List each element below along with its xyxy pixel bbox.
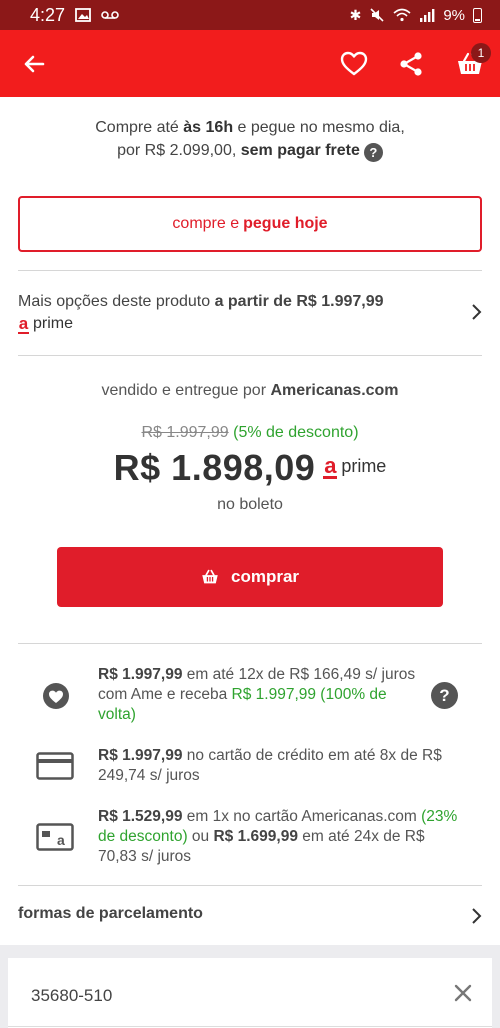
card-price: R$ 1.997,99 <box>98 747 183 764</box>
cart-count-badge: 1 <box>471 43 491 63</box>
svg-text:a: a <box>57 832 65 848</box>
pickup-text: e pegue no mesmo dia, <box>233 119 405 136</box>
buy-button-label: comprar <box>230 567 300 586</box>
payment-option-credit-card: R$ 1.997,99 no cartão de crédito em até … <box>18 746 482 788</box>
payment-method-label: no boleto <box>217 496 283 513</box>
share-button[interactable] <box>387 30 435 97</box>
divider <box>18 885 482 886</box>
input-underline <box>8 1026 492 1027</box>
prime-logo-icon: a <box>18 314 29 334</box>
no-shipping-text: sem pagar frete <box>240 142 360 159</box>
image-icon <box>75 8 91 22</box>
old-price-row: R$ 1.997,99 (5% de desconto) <box>0 424 500 442</box>
app-bar: 1 <box>0 30 500 97</box>
pickup-price-text: por R$ 2.099,00, <box>117 142 241 159</box>
basket-icon <box>202 569 218 584</box>
divider <box>18 355 482 356</box>
heart-icon <box>340 51 368 75</box>
wifi-icon <box>393 8 411 22</box>
prime-logo-icon: a <box>323 452 338 479</box>
signal-icon <box>420 9 435 22</box>
old-price: R$ 1.997,99 <box>141 424 229 441</box>
americanas-card-icon: a <box>36 823 74 851</box>
cep-card: 35680-510 <box>8 958 492 1028</box>
status-bar: 4:27 ✱ 9% <box>0 0 500 30</box>
divider <box>18 270 482 271</box>
seller-name: Americanas.com <box>270 382 399 399</box>
cart-button[interactable]: 1 <box>446 30 494 97</box>
help-icon[interactable]: ? <box>363 143 383 162</box>
seller-info: vendido e entregue por Americanas.com <box>0 382 500 400</box>
more-options-row[interactable]: Mais opções deste produto a partir de R$… <box>18 291 482 337</box>
discount-percent: (5% de desconto) <box>233 424 359 441</box>
ame-price: R$ 1.997,99 <box>98 666 183 683</box>
back-button[interactable] <box>10 30 58 97</box>
pickup-info: Compre até às 16h e pegue no mesmo dia, … <box>0 116 500 162</box>
ame-heart-icon <box>43 683 69 709</box>
chevron-right-icon <box>472 908 482 924</box>
pickup-text: Compre até <box>95 119 184 136</box>
seller-prefix: vendido e entregue por <box>101 382 271 399</box>
pickup-button-label-bold: pegue hoje <box>243 215 328 232</box>
pickup-time: às 16h <box>183 119 234 136</box>
prime-label: prime <box>341 455 387 476</box>
payment-option-americanas-card: a R$ 1.529,99 em 1x no cartão Americanas… <box>18 807 482 869</box>
cep-input[interactable]: 35680-510 <box>31 986 112 1006</box>
chevron-right-icon <box>472 304 482 320</box>
credit-card-icon <box>36 752 74 780</box>
share-icon <box>400 51 422 76</box>
more-options-text: Mais opções deste produto <box>18 293 215 310</box>
back-arrow-icon <box>24 55 45 72</box>
price-row: R$ 1.898,09 a prime <box>0 447 500 489</box>
divider <box>18 643 482 644</box>
favorite-button[interactable] <box>330 30 378 97</box>
prime-label: prime <box>33 315 74 332</box>
store-card-terms: ou <box>187 828 214 845</box>
status-time: 4:27 <box>30 4 66 25</box>
store-card-price: R$ 1.529,99 <box>98 808 183 825</box>
voicemail-icon <box>101 11 119 19</box>
pickup-button-label: compre e <box>172 215 240 232</box>
battery-icon <box>473 7 482 23</box>
store-card-installment-price: R$ 1.699,99 <box>213 828 298 845</box>
close-icon[interactable] <box>454 984 472 1002</box>
bluetooth-icon: ✱ <box>349 7 362 23</box>
more-options-price: a partir de R$ 1.997,99 <box>214 293 384 310</box>
current-price: R$ 1.898,09 <box>113 447 316 488</box>
installments-label: formas de parcelamento <box>18 905 203 922</box>
battery-percent: 9% <box>443 6 465 24</box>
store-card-terms: em 1x no cartão Americanas.com <box>182 808 422 825</box>
help-icon[interactable]: ? <box>431 682 458 709</box>
mute-icon <box>370 8 384 22</box>
installments-row[interactable]: formas de parcelamento <box>18 905 482 929</box>
payment-option-ame: R$ 1.997,99 em até 12x de R$ 166,49 s/ j… <box>18 665 482 727</box>
pickup-today-button[interactable]: compre e pegue hoje <box>18 196 482 252</box>
buy-button[interactable]: comprar <box>57 547 443 607</box>
